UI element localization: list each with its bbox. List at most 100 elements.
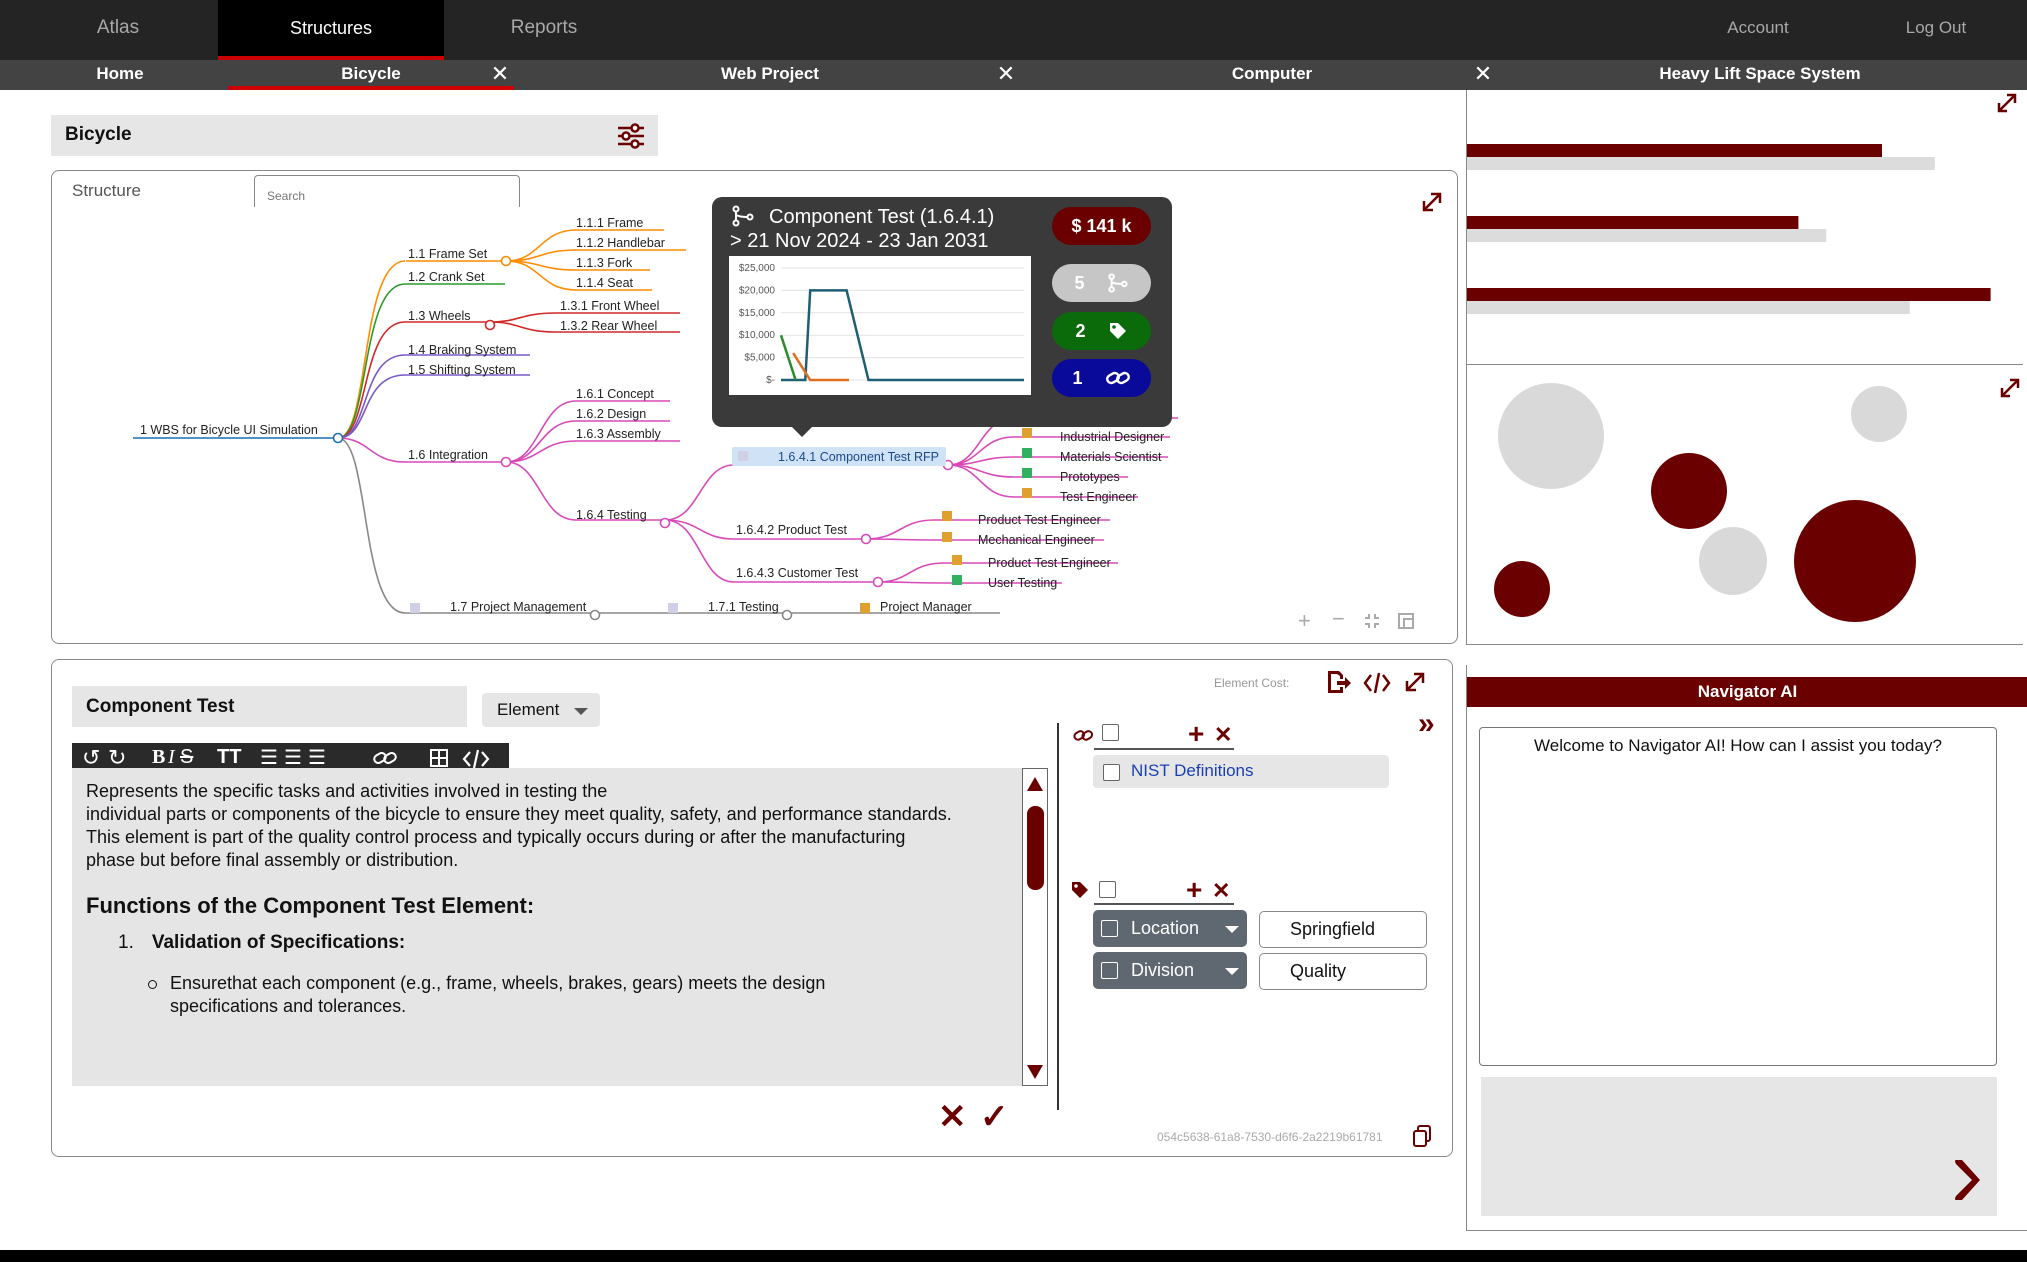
chevron-down-icon bbox=[1225, 968, 1239, 975]
nav-structures[interactable]: Structures bbox=[218, 0, 444, 60]
link-icon bbox=[1073, 730, 1094, 741]
nav-account[interactable]: Account bbox=[1708, 0, 1808, 60]
export-icon[interactable] bbox=[1325, 669, 1351, 695]
tag-key-select-division[interactable]: Division bbox=[1093, 952, 1247, 989]
node-seat[interactable]: 1.1.4 Seat bbox=[576, 276, 634, 290]
node-braking[interactable]: 1.4 Braking System bbox=[408, 343, 516, 357]
confirm-icon[interactable]: ✓ bbox=[980, 1100, 1009, 1134]
expand-bar-chart-icon[interactable] bbox=[1996, 92, 2018, 114]
tab-web-project-close-icon[interactable]: ✕ bbox=[996, 60, 1016, 90]
node-root[interactable]: 1 WBS for Bicycle UI Simulation bbox=[140, 423, 318, 437]
node-customer-test[interactable]: 1.6.4.3 Customer Test bbox=[736, 566, 859, 580]
code-icon[interactable] bbox=[1363, 671, 1391, 695]
element-name-input[interactable] bbox=[72, 686, 467, 727]
strikethrough-icon[interactable]: S bbox=[180, 746, 193, 769]
node-product-test-engineer-a[interactable]: Product Test Engineer bbox=[978, 513, 1101, 527]
node-user-testing[interactable]: User Testing bbox=[988, 576, 1057, 590]
links-count-button[interactable]: 1 bbox=[1052, 359, 1151, 397]
tags-count-button[interactable]: 2 bbox=[1052, 312, 1151, 350]
tab-computer[interactable]: Computer bbox=[1142, 60, 1402, 90]
node-frame-set[interactable]: 1.1 Frame Set bbox=[408, 247, 488, 261]
node-crank-set[interactable]: 1.2 Crank Set bbox=[408, 270, 485, 284]
remove-tag-icon[interactable]: ✕ bbox=[1212, 878, 1230, 904]
tag-checkbox-division[interactable] bbox=[1101, 962, 1118, 979]
node-prototypes[interactable]: Prototypes bbox=[1060, 470, 1120, 484]
italic-icon[interactable]: I bbox=[168, 746, 175, 769]
table-icon[interactable] bbox=[430, 749, 448, 767]
node-product-test-engineer-b[interactable]: Product Test Engineer bbox=[988, 556, 1111, 570]
scrollbar-thumb[interactable] bbox=[1027, 806, 1044, 890]
node-mechanical-engineer[interactable]: Mechanical Engineer bbox=[978, 533, 1095, 547]
node-product-test[interactable]: 1.6.4.2 Product Test bbox=[736, 523, 847, 537]
tag-key-select-location[interactable]: Location bbox=[1093, 910, 1247, 947]
node-industrial-designer[interactable]: Industrial Designer bbox=[1060, 430, 1164, 444]
nav-logout[interactable]: Log Out bbox=[1886, 0, 1986, 60]
node-rear-wheel[interactable]: 1.3.2 Rear Wheel bbox=[560, 319, 657, 333]
description-scrollbar[interactable] bbox=[1022, 768, 1048, 1086]
send-icon[interactable] bbox=[1952, 1158, 1982, 1202]
tab-bicycle-close-icon[interactable]: ✕ bbox=[490, 60, 510, 90]
node-materials-scientist[interactable]: Materials Scientist bbox=[1060, 450, 1162, 464]
children-count: 5 bbox=[1074, 272, 1085, 293]
collapse-sidebar-icon[interactable]: » bbox=[1418, 709, 1435, 739]
navigator-input[interactable] bbox=[1481, 1077, 1997, 1216]
tab-heavy-lift[interactable]: Heavy Lift Space System bbox=[1620, 60, 1900, 90]
node-front-wheel[interactable]: 1.3.1 Front Wheel bbox=[560, 299, 659, 313]
filter-settings-icon[interactable] bbox=[616, 121, 646, 151]
node-testing[interactable]: 1.6.4 Testing bbox=[576, 508, 647, 522]
children-count-button[interactable]: 5 bbox=[1052, 264, 1151, 302]
fit-view-icon[interactable] bbox=[1364, 613, 1380, 629]
node-frame[interactable]: 1.1.1 Frame bbox=[576, 216, 643, 230]
tab-computer-close-icon[interactable]: ✕ bbox=[1473, 60, 1493, 90]
cancel-icon[interactable]: ✕ bbox=[938, 1100, 967, 1134]
node-test-engineer[interactable]: Test Engineer bbox=[1060, 490, 1136, 504]
minimap-icon[interactable] bbox=[1398, 613, 1414, 629]
node-design[interactable]: 1.6.2 Design bbox=[576, 407, 646, 421]
node-handlebar[interactable]: 1.1.2 Handlebar bbox=[576, 236, 665, 250]
scroll-down-icon[interactable] bbox=[1027, 1065, 1043, 1079]
scroll-up-icon[interactable] bbox=[1027, 777, 1043, 791]
node-project-manager[interactable]: Project Manager bbox=[880, 600, 972, 614]
node-integration[interactable]: 1.6 Integration bbox=[408, 448, 488, 462]
tag-value-location[interactable]: Springfield bbox=[1259, 911, 1427, 948]
tag-checkbox-location[interactable] bbox=[1101, 920, 1118, 937]
bullet-list-icon[interactable]: ☰ bbox=[260, 745, 278, 770]
expand-element-icon[interactable] bbox=[1403, 670, 1427, 694]
numbered-list-icon[interactable]: ☰ bbox=[284, 745, 302, 770]
link-icon[interactable] bbox=[372, 749, 398, 767]
tab-home[interactable]: Home bbox=[60, 60, 180, 90]
nav-atlas[interactable]: Atlas bbox=[58, 0, 178, 60]
bold-icon[interactable]: B bbox=[152, 746, 165, 769]
add-tag-icon[interactable]: + bbox=[1186, 876, 1202, 904]
cost-badge[interactable]: $ 141 k bbox=[1052, 207, 1151, 245]
expand-bubble-chart-icon[interactable] bbox=[1999, 377, 2021, 399]
node-concept[interactable]: 1.6.1 Concept bbox=[576, 387, 654, 401]
link-item[interactable]: NIST Definitions bbox=[1093, 755, 1389, 788]
node-project-mgmt[interactable]: 1.7 Project Management bbox=[450, 600, 587, 614]
source-code-icon[interactable] bbox=[462, 749, 490, 769]
text-size-icon[interactable]: TT bbox=[217, 746, 241, 769]
node-wheels[interactable]: 1.3 Wheels bbox=[408, 309, 471, 323]
tag-value-division[interactable]: Quality bbox=[1259, 953, 1427, 990]
node-fork[interactable]: 1.1.3 Fork bbox=[576, 256, 633, 270]
zoom-out-icon[interactable]: − bbox=[1332, 606, 1345, 632]
link-item-checkbox[interactable] bbox=[1103, 764, 1120, 781]
node-shifting[interactable]: 1.5 Shifting System bbox=[408, 363, 516, 377]
nav-reports[interactable]: Reports bbox=[484, 0, 604, 60]
zoom-in-icon[interactable]: + bbox=[1298, 608, 1311, 634]
element-description-editor[interactable]: Represents the specific tasks and activi… bbox=[72, 768, 1022, 1086]
copy-icon[interactable] bbox=[1412, 1125, 1432, 1147]
checklist-icon[interactable]: ☰ bbox=[308, 745, 326, 770]
node-component-rfp[interactable]: 1.6.4.1 Component Test RFP bbox=[778, 450, 939, 464]
tab-web-project[interactable]: Web Project bbox=[640, 60, 900, 90]
element-type-select[interactable]: Element bbox=[482, 693, 600, 727]
remove-link-icon[interactable]: ✕ bbox=[1214, 722, 1232, 748]
node-assembly[interactable]: 1.6.3 Assembly bbox=[576, 427, 662, 441]
tab-bicycle[interactable]: Bicycle bbox=[228, 60, 514, 90]
bar-light bbox=[1467, 301, 1910, 314]
node-pm-testing[interactable]: 1.7.1 Testing bbox=[708, 600, 779, 614]
tags-select-all-checkbox[interactable] bbox=[1099, 881, 1116, 898]
link-item-label[interactable]: NIST Definitions bbox=[1131, 761, 1254, 781]
add-link-icon[interactable]: + bbox=[1188, 720, 1204, 748]
links-select-all-checkbox[interactable] bbox=[1102, 724, 1119, 741]
